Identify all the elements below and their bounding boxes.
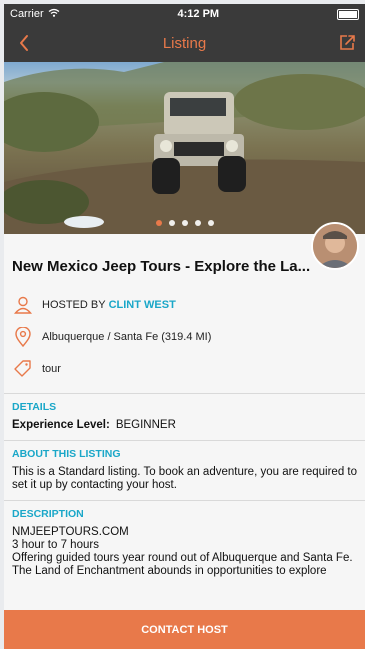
carousel-dot[interactable] bbox=[207, 220, 214, 226]
description-line: Offering guided tours year round out of … bbox=[12, 552, 353, 564]
details-body: Experience Level: BEGINNER bbox=[4, 419, 365, 440]
host-name-link[interactable]: CLINT WEST bbox=[109, 299, 176, 311]
description-line: The Land of Enchantment abounds in oppor… bbox=[12, 565, 327, 577]
listing-screen: Carrier 4:12 PM Listing New Mexico Jeep … bbox=[4, 4, 365, 649]
details-heading: DETAILS bbox=[12, 401, 57, 413]
status-bar: Carrier 4:12 PM bbox=[4, 4, 365, 24]
navigation-bar: Listing bbox=[4, 24, 365, 62]
description-line: 3 hour to 7 hours bbox=[12, 539, 99, 551]
carousel-dot[interactable] bbox=[155, 220, 162, 226]
location-text: Albuquerque / Santa Fe (319.4 MI) bbox=[42, 331, 212, 343]
contact-host-button[interactable]: CONTACT HOST bbox=[4, 610, 365, 649]
wifi-icon bbox=[48, 8, 60, 20]
description-text: NMJEEPTOURS.COM 3 hour to 7 hours Offeri… bbox=[4, 526, 365, 596]
battery-icon bbox=[336, 8, 359, 20]
status-left: Carrier bbox=[10, 8, 60, 20]
about-text: This is a Standard listing. To book an a… bbox=[12, 466, 357, 491]
host-row: HOSTED BY CLINT WEST bbox=[4, 289, 365, 321]
back-button[interactable] bbox=[12, 31, 36, 55]
share-icon bbox=[340, 35, 355, 50]
carrier-label: Carrier bbox=[10, 8, 44, 20]
listing-title: New Mexico Jeep Tours - Explore the La..… bbox=[12, 258, 311, 275]
nav-title: Listing bbox=[162, 34, 207, 52]
chevron-left-icon bbox=[20, 35, 28, 51]
top-bar: Carrier 4:12 PM Listing bbox=[4, 4, 365, 62]
listing-content: New Mexico Jeep Tours - Explore the La..… bbox=[4, 234, 365, 596]
carousel-dot[interactable] bbox=[181, 220, 188, 226]
experience-level-label: Experience Level: bbox=[12, 419, 110, 431]
carousel-dot[interactable] bbox=[194, 220, 201, 226]
description-heading: DESCRIPTION bbox=[12, 508, 84, 520]
location-row: Albuquerque / Santa Fe (319.4 MI) bbox=[4, 321, 365, 353]
about-heading: ABOUT THIS LISTING bbox=[12, 448, 121, 460]
person-icon bbox=[12, 294, 34, 316]
carousel-dot[interactable] bbox=[168, 220, 175, 226]
share-button[interactable] bbox=[335, 31, 359, 55]
carousel-dots bbox=[4, 220, 365, 226]
jeep-photo bbox=[4, 62, 365, 234]
map-pin-icon bbox=[12, 326, 34, 348]
description-line: NMJEEPTOURS.COM bbox=[12, 526, 129, 538]
tag-icon bbox=[12, 358, 34, 380]
status-time: 4:12 PM bbox=[177, 8, 220, 20]
experience-level-value: BEGINNER bbox=[115, 419, 176, 431]
hosted-by-label: HOSTED BY bbox=[42, 299, 106, 311]
listing-photo-carousel[interactable] bbox=[4, 62, 365, 234]
tag-row: tour bbox=[4, 353, 365, 385]
tag-text: tour bbox=[42, 363, 61, 375]
